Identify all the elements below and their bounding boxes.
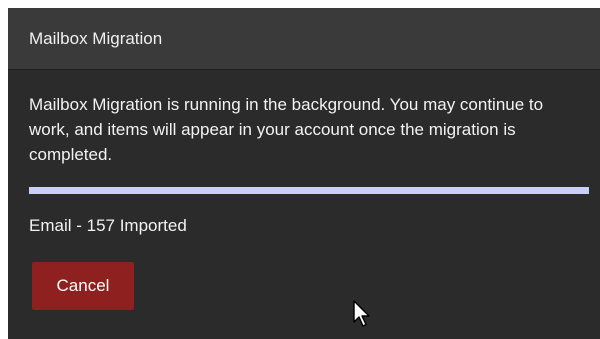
migration-dialog: Mailbox Migration Mailbox Migration is r… [8, 8, 600, 339]
dialog-title: Mailbox Migration [29, 29, 163, 48]
dialog-titlebar: Mailbox Migration [8, 8, 600, 70]
mouse-cursor-icon [353, 300, 370, 327]
progress-fill [29, 187, 589, 194]
import-status: Email - 157 Imported [29, 216, 187, 235]
migration-progress-bar [29, 187, 589, 194]
migration-message: Mailbox Migration is running in the back… [29, 95, 544, 164]
cancel-button[interactable]: Cancel [32, 262, 134, 310]
